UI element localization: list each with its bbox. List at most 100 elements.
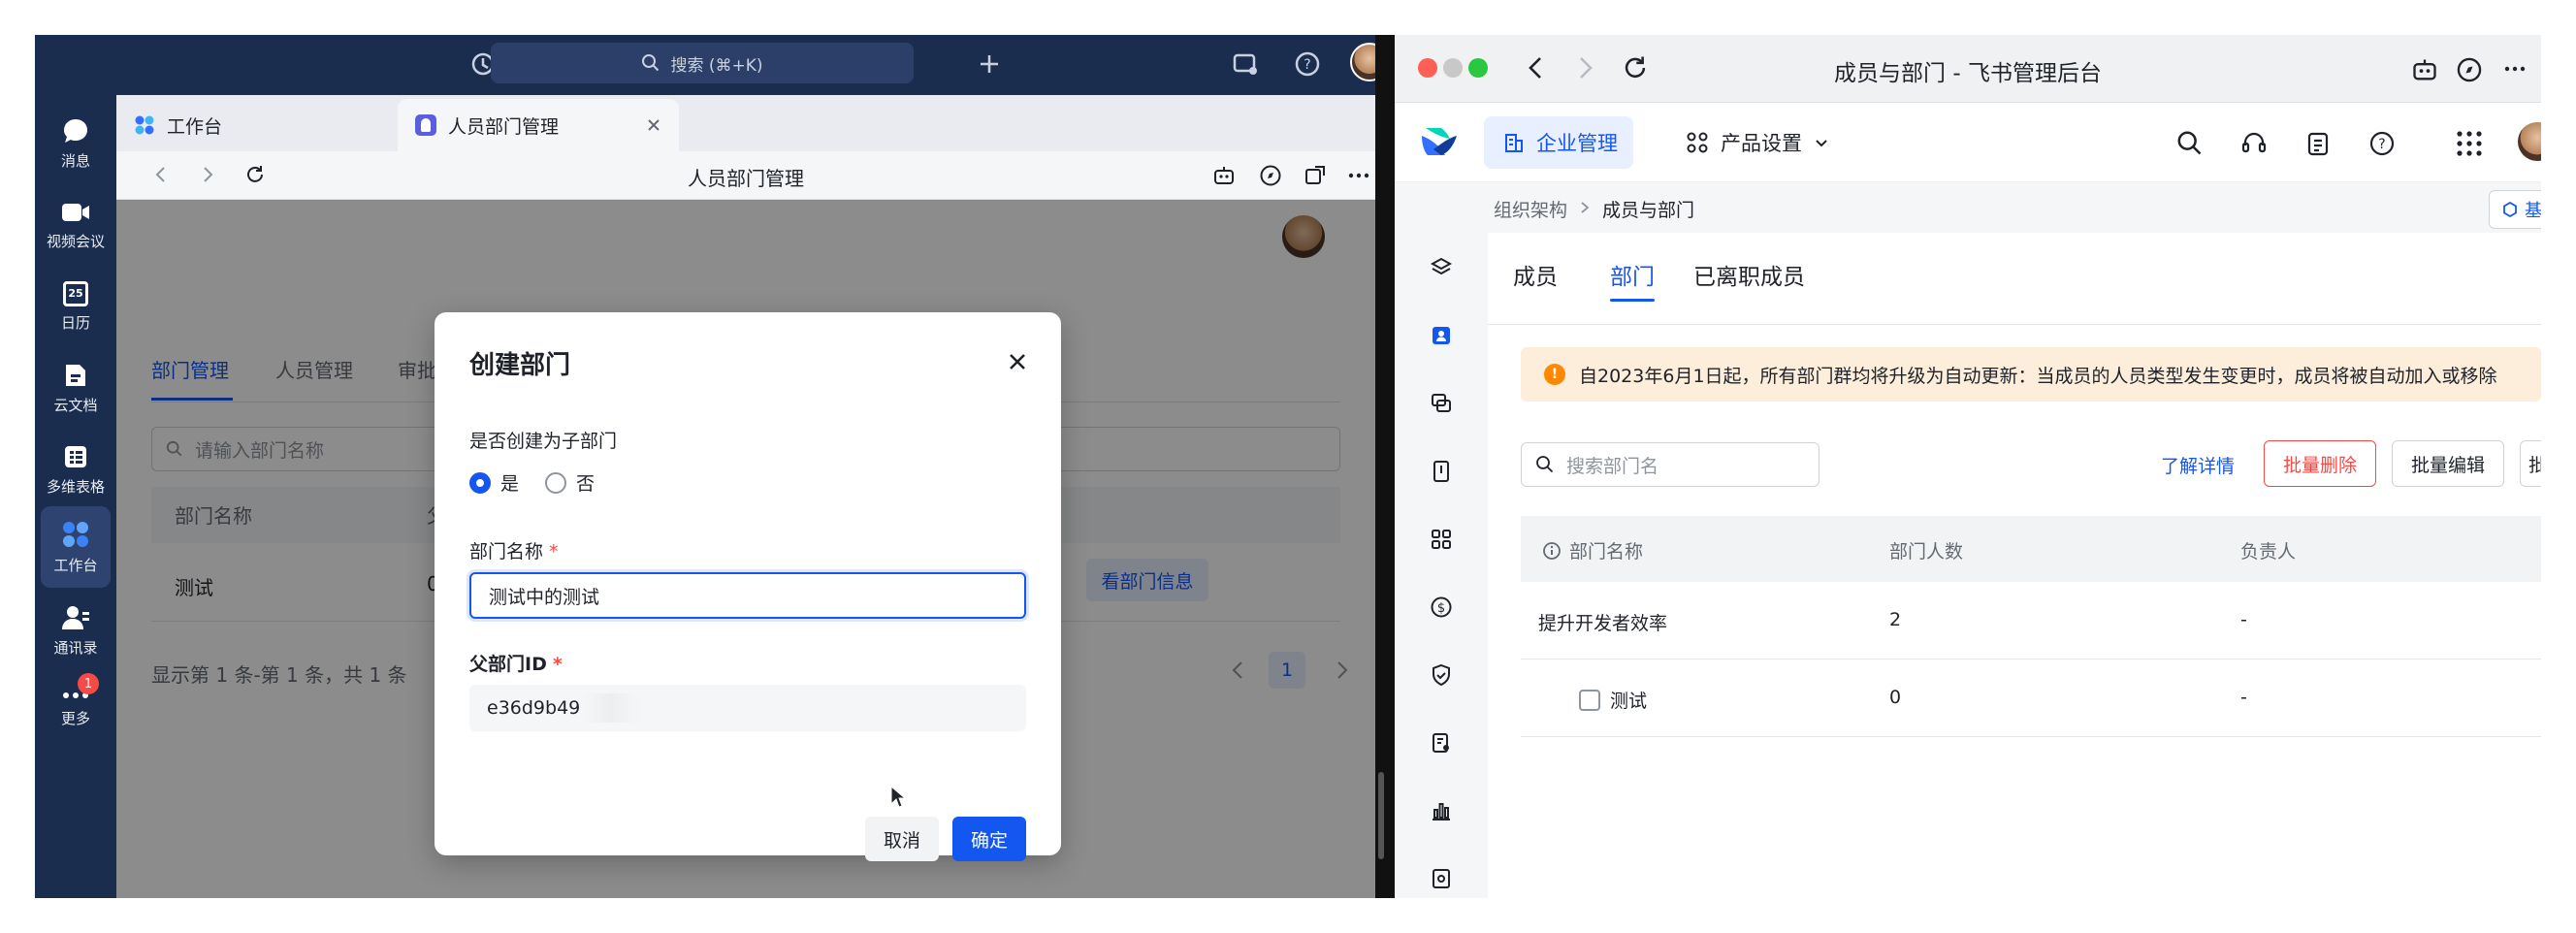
sidebar-item-billing[interactable]: $ [1424,590,1459,625]
global-search[interactable]: 搜索 (⌘+K) [491,43,914,83]
scroll-handle[interactable] [1378,772,1384,859]
settings-box-icon [1433,869,1450,888]
workplace-icon [135,115,154,135]
dept-search-placeholder: 搜索部门名 [1566,455,1659,477]
row-checkbox[interactable] [1579,689,1600,711]
col-header-name-label: 部门名称 [1569,541,1644,563]
radio-yes-label: 是 [500,473,520,495]
sidebar-item-settings[interactable] [1424,861,1459,896]
clipboard-icon[interactable] [2304,130,2332,157]
corner-button[interactable]: 基 [2489,190,2541,229]
robot-icon[interactable] [2411,56,2438,83]
mouse-cursor-icon [890,786,906,808]
close-icon[interactable] [1007,351,1028,372]
parent-id-value: e36d9b49 [487,697,581,719]
cube-icon [2503,201,2517,218]
headset-icon[interactable] [2240,130,2268,157]
radio-no[interactable]: 否 [545,469,595,496]
breadcrumb-item-members: 成员与部门 [1602,200,1695,221]
admin-avatar[interactable] [2518,122,2541,161]
batch-edit-button[interactable]: 批量编辑 [2392,440,2504,487]
enterprise-mgmt-button[interactable]: 企业管理 [1484,116,1633,169]
search-icon[interactable] [2176,130,2204,157]
shield-icon [1433,663,1450,687]
close-icon[interactable] [646,117,661,133]
robot-icon[interactable] [1212,164,1236,187]
active-tab-underline [1610,299,1655,302]
rail-item-docs[interactable]: 云文档 [35,349,116,427]
feishu-logo-icon[interactable] [1420,124,1459,159]
sidebar-item-org[interactable] [1424,318,1459,353]
more-icon[interactable] [1348,173,1369,178]
sidebar-item-audit[interactable] [1424,725,1459,760]
sidebar-item-security[interactable] [1424,658,1459,692]
compass-icon[interactable] [1259,164,1282,187]
table-row[interactable]: 测试 0 - [1521,660,2541,737]
window-divider [1375,35,1395,898]
rail-item-calendar[interactable]: 25 日历 [35,268,116,345]
confirm-button[interactable]: 确定 [952,817,1026,861]
breadcrumb: 组织架构 成员与部门 [1494,196,1694,222]
cancel-button[interactable]: 取消 [865,817,939,861]
rail-label: 工作台 [53,556,98,574]
more-icon[interactable] [2502,66,2528,72]
help-icon[interactable]: ? [1294,50,1321,78]
plus-icon[interactable] [978,52,1001,76]
workplace-icon [63,521,88,547]
rail-item-video[interactable]: 视频会议 [35,186,116,264]
enterprise-mgmt-label: 企业管理 [1536,132,1618,155]
sidebar-item-workplace[interactable] [1424,522,1459,557]
batch-delete-button[interactable]: 批量删除 [2264,440,2376,487]
svg-text:$: $ [1437,601,1445,616]
rail-item-workplace[interactable]: 工作台 [41,506,111,588]
row-dept-count-text: 2 [1889,609,1902,630]
tab-people-dept[interactable]: 人员部门管理 [398,99,679,151]
notification-badge: 1 [78,673,99,694]
rail-item-more[interactable]: 1 更多 [35,669,116,747]
parent-id-input[interactable]: e36d9b49 [469,685,1026,731]
radio-yes[interactable]: 是 [469,469,519,496]
rail-item-contacts[interactable]: 通讯录 [35,592,116,669]
tab-departments[interactable]: 部门 [1610,258,1655,291]
rail-label: 消息 [60,151,90,170]
rail-item-bitable[interactable]: 多维表格 [35,431,116,508]
grid-icon [1432,530,1451,549]
dollar-icon: $ [1431,596,1452,618]
sidebar-item-layers[interactable] [1424,250,1459,285]
breadcrumb-item-org[interactable]: 组织架构 [1494,196,1567,222]
docs-icon [66,364,85,386]
feishu-client-window: 消息 视频会议 25 日历 云文档 多维表格 工作台 通讯录 1 更多 搜索 (… [35,35,1389,898]
batch-more-button[interactable]: 批 [2520,440,2541,487]
col-header-count: 部门人数 [1889,537,1963,563]
calendar-icon: 25 [63,280,88,306]
sidebar-item-analytics[interactable] [1424,793,1459,828]
tab-workplace[interactable]: 工作台 [116,99,398,151]
dept-search-input[interactable]: 搜索部门名 [1521,442,1819,487]
svg-text:?: ? [1304,57,1310,73]
sidebar-item-groups[interactable] [1424,386,1459,421]
warning-icon: ! [1544,364,1565,385]
contacts-icon [62,605,89,629]
dept-name-input[interactable]: 测试中的测试 [469,572,1026,619]
tab-departed-members[interactable]: 已离职成员 [1693,258,1805,291]
compass-icon[interactable] [2456,56,2483,83]
open-window-icon[interactable] [1304,164,1327,187]
product-settings-button[interactable]: 产品设置 [1686,116,1829,169]
row-dept-count: 0 [1889,687,1901,708]
dept-table-header: 部门名称 部门人数 负责人 [1521,516,2541,582]
calendar-day: 25 [68,287,83,300]
rail-item-messages[interactable]: 消息 [35,105,116,182]
info-icon[interactable] [1542,541,1562,561]
apps-grid-icon[interactable] [2456,130,2483,157]
row-dept-owner: - [2240,609,2247,630]
parent-id-label-text: 父部门ID [469,654,547,675]
notice-board-icon[interactable] [1232,50,1259,78]
tab-members[interactable]: 成员 [1513,258,1558,291]
learn-more-link[interactable]: 了解详情 [2161,452,2235,478]
sidebar-item-devices[interactable] [1424,454,1459,489]
help-icon[interactable]: ? [2368,130,2396,157]
table-row[interactable]: 提升开发者效率 2 - [1521,582,2541,660]
row-dept-name-text: 提升开发者效率 [1538,613,1668,634]
row-dept-owner: - [2240,687,2247,708]
tab-label: 工作台 [167,115,223,138]
